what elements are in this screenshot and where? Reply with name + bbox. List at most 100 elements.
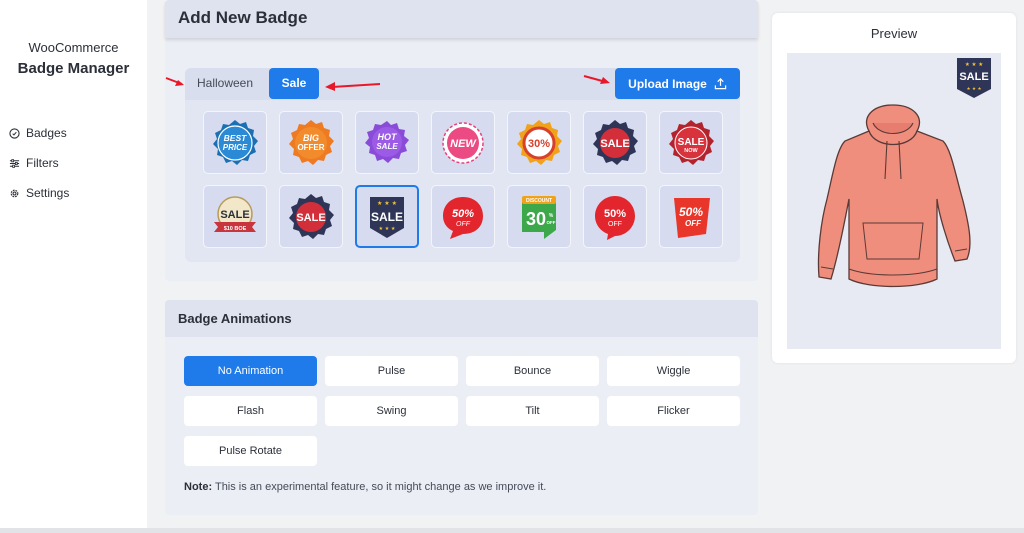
note-text: This is an experimental feature, so it m… — [214, 481, 547, 493]
svg-text:%: % — [549, 213, 554, 219]
svg-text:SALE: SALE — [678, 137, 705, 148]
badge-tile-50-off-circle[interactable]: 50% OFF — [583, 185, 647, 248]
annotation-arrow-icon — [583, 75, 610, 84]
badge-tile-sale-seal[interactable]: SALE — [279, 185, 343, 248]
badge-tile-30-percent[interactable]: 30% — [507, 111, 571, 174]
brand: WooCommerce Badge Manager — [0, 40, 147, 77]
badge-tile-hot-sale[interactable]: HOT SALE — [355, 111, 419, 174]
svg-text:★ ★ ★: ★ ★ ★ — [379, 226, 396, 232]
svg-text:50%: 50% — [679, 205, 703, 219]
svg-text:SALE: SALE — [220, 209, 249, 221]
badge-tile-new[interactable]: NEW — [431, 111, 495, 174]
svg-text:SALE: SALE — [600, 138, 629, 150]
svg-text:DISCOUNT: DISCOUNT — [526, 198, 552, 204]
page-title: Add New Badge — [178, 8, 308, 27]
badge-panel: Halloween Sale Upload Image BEST PRICE B… — [185, 68, 740, 262]
svg-text:BEST: BEST — [224, 133, 247, 143]
animation-option-pulse-rotate[interactable]: Pulse Rotate — [184, 436, 317, 466]
svg-text:50%: 50% — [604, 208, 626, 220]
badge-animations-header: Badge Animations — [165, 300, 758, 337]
best-price-badge-icon: BEST PRICE — [213, 119, 258, 165]
big-offer-badge-icon: BIG OFFER — [289, 119, 334, 165]
50-off-bubble-badge-icon: 50% OFF — [443, 196, 483, 239]
badge-tile-best-price[interactable]: BEST PRICE — [203, 111, 267, 174]
badge-tile-sale-now[interactable]: SALE NOW — [659, 111, 723, 174]
category-tab-bar: Halloween Sale Upload Image — [185, 68, 740, 100]
50-off-circle-badge-icon: 50% OFF — [595, 195, 635, 240]
animation-option-wiggle[interactable]: Wiggle — [607, 356, 740, 386]
sale-now-badge-icon: SALE NOW — [669, 119, 714, 165]
svg-text:BIG: BIG — [303, 133, 319, 143]
bottom-scrollbar[interactable] — [0, 528, 1024, 533]
upload-image-button[interactable]: Upload Image — [615, 68, 740, 99]
badge-icon — [9, 127, 20, 139]
badge-animations-title: Badge Animations — [178, 311, 292, 326]
add-badge-header: Add New Badge — [165, 0, 758, 38]
animation-option-flash[interactable]: Flash — [184, 396, 317, 426]
badge-tile-big-offer[interactable]: BIG OFFER — [279, 111, 343, 174]
svg-text:NOW: NOW — [684, 148, 698, 154]
badge-tile-50-off-tag[interactable]: 50% OFF — [659, 185, 723, 248]
svg-text:SALE: SALE — [296, 212, 325, 224]
svg-text:★ ★ ★: ★ ★ ★ — [377, 200, 397, 207]
svg-text:★ ★ ★: ★ ★ ★ — [965, 62, 983, 68]
upload-image-label: Upload Image — [628, 76, 707, 91]
sidebar: WooCommerce Badge Manager Badges Filters… — [0, 0, 147, 533]
tab-sale[interactable]: Sale — [269, 68, 319, 99]
badge-tile-discount-30[interactable]: DISCOUNT 30 % OFF — [507, 185, 571, 248]
note-label: Note: — [184, 481, 213, 493]
sale-dark-badge-icon: SALE — [593, 119, 638, 165]
annotation-arrow-icon — [325, 82, 381, 91]
new-badge-icon: NEW — [442, 121, 484, 164]
svg-text:OFF: OFF — [608, 221, 622, 228]
animation-option-pulse[interactable]: Pulse — [325, 356, 458, 386]
hoodie-icon: ★ ★ ★ SALE ★ ★ ★ — [817, 58, 991, 288]
preview-title: Preview — [870, 26, 918, 41]
svg-text:50%: 50% — [452, 208, 474, 220]
gear-icon — [10, 189, 19, 197]
experimental-note: Note: This is an experimental feature, s… — [184, 481, 546, 493]
svg-text:★ ★ ★: ★ ★ ★ — [967, 86, 982, 92]
svg-text:SALE: SALE — [376, 142, 398, 151]
badge-tile-50-off-bubble[interactable]: 50% OFF — [431, 185, 495, 248]
svg-text:HOT: HOT — [378, 132, 399, 142]
svg-text:PRICE: PRICE — [223, 143, 248, 152]
animation-option-no-animation[interactable]: No Animation — [184, 356, 317, 386]
sidebar-nav: Badges Filters Settings — [9, 118, 69, 208]
sale-shield-badge-icon: ★ ★ ★ SALE ★ ★ ★ — [370, 196, 404, 238]
svg-text:OFF: OFF — [685, 219, 702, 228]
sidebar-item-settings[interactable]: Settings — [9, 178, 69, 208]
sidebar-item-badges[interactable]: Badges — [9, 118, 69, 148]
annotation-arrow-icon — [165, 77, 184, 86]
preview-badge-text: SALE — [959, 71, 988, 83]
sale-ribbon-badge-icon: SALE $10 BOE — [214, 195, 256, 232]
sliders-icon — [9, 158, 20, 168]
svg-text:$10 BOE: $10 BOE — [224, 226, 247, 232]
discount-30-badge-icon: DISCOUNT 30 % OFF — [522, 195, 556, 239]
svg-text:OFFER: OFFER — [297, 143, 324, 152]
50-off-tag-badge-icon: 50% OFF — [674, 197, 710, 238]
brand-line2: Badge Manager — [17, 60, 130, 77]
preview-product-image: ★ ★ ★ SALE ★ ★ ★ — [787, 53, 1001, 349]
animation-option-flicker[interactable]: Flicker — [607, 396, 740, 426]
30-percent-badge-icon: 30% — [517, 119, 562, 165]
hot-sale-badge-icon: HOT SALE — [365, 120, 409, 163]
svg-text:OFF: OFF — [547, 220, 556, 225]
animation-option-bounce[interactable]: Bounce — [466, 356, 599, 386]
badge-tile-sale-ribbon[interactable]: SALE $10 BOE — [203, 185, 267, 248]
svg-text:30: 30 — [526, 209, 546, 229]
animation-option-swing[interactable]: Swing — [325, 396, 458, 426]
svg-text:SALE: SALE — [371, 210, 403, 224]
sidebar-item-filters[interactable]: Filters — [9, 148, 69, 178]
upload-icon — [714, 78, 727, 90]
tab-halloween[interactable]: Halloween — [197, 76, 253, 90]
preview-card: Preview ★ ★ ★ SALE ★ ★ ★ — [772, 13, 1016, 363]
badge-tile-sale-dark[interactable]: SALE — [583, 111, 647, 174]
sale-seal-badge-icon: SALE — [289, 193, 334, 239]
brand-line1: WooCommerce — [28, 40, 119, 55]
sidebar-item-label: Settings — [26, 186, 70, 200]
animation-option-tilt[interactable]: Tilt — [466, 396, 599, 426]
badge-tile-sale-shield[interactable]: ★ ★ ★ SALE ★ ★ ★ — [355, 185, 419, 248]
svg-text:30%: 30% — [528, 138, 550, 150]
svg-text:NEW: NEW — [450, 138, 477, 150]
